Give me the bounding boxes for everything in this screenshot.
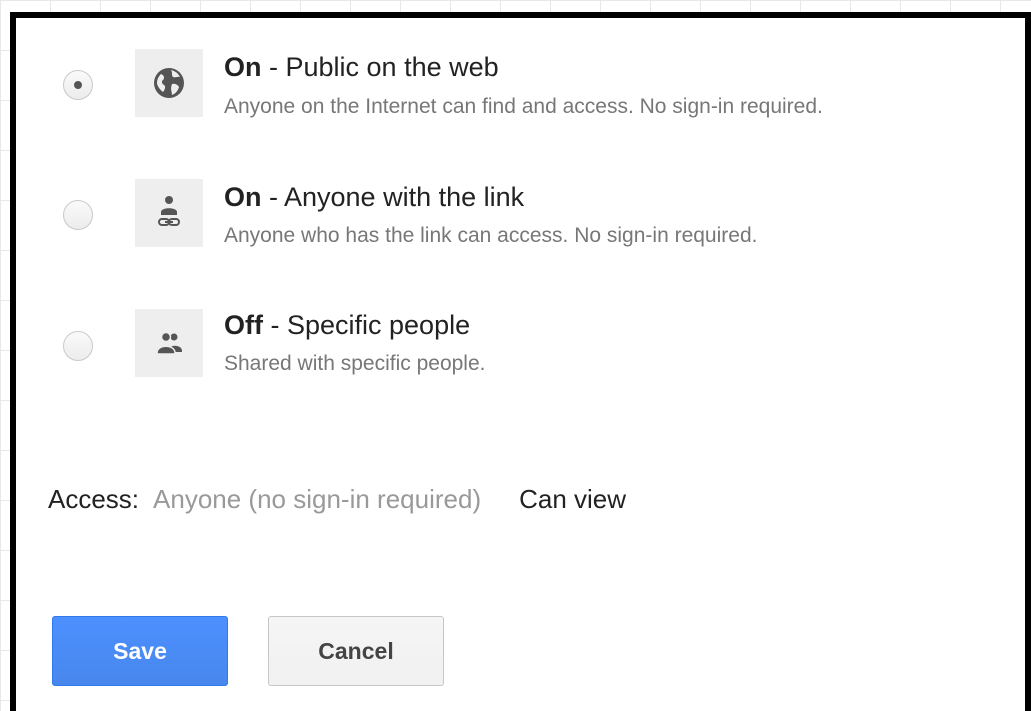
option-title: On - Anyone with the link: [224, 182, 524, 213]
access-value: Anyone (no sign-in required): [153, 484, 482, 514]
option-title-text: - Anyone with the link: [261, 182, 525, 212]
option-state: Off: [224, 310, 263, 340]
radio-anyone-with-link[interactable]: [63, 200, 93, 230]
radio-selected-dot: [74, 81, 82, 89]
person-link-icon: [135, 179, 203, 247]
permission-dropdown[interactable]: Can view: [519, 484, 626, 514]
save-button[interactable]: Save: [52, 616, 228, 686]
option-public-on-web[interactable]: On - Public on the web Anyone on the Int…: [16, 46, 1016, 126]
radio-specific-people[interactable]: [63, 331, 93, 361]
option-title: On - Public on the web: [224, 52, 499, 83]
option-specific-people[interactable]: Off - Specific people Shared with specif…: [16, 308, 1016, 388]
option-title-text: - Specific people: [262, 310, 471, 340]
people-icon: [135, 309, 203, 377]
globe-icon: [135, 49, 203, 117]
option-title: Off - Specific people: [224, 310, 470, 341]
option-description: Anyone on the Internet can find and acce…: [224, 95, 823, 118]
option-state: On: [224, 182, 262, 212]
option-title-text: - Public on the web: [261, 52, 499, 82]
radio-public-on-web[interactable]: [63, 70, 93, 100]
access-label: Access:: [48, 484, 140, 514]
option-anyone-with-link[interactable]: On - Anyone with the link Anyone who has…: [16, 178, 1016, 258]
access-row: Access: Anyone (no sign-in required) Can v…: [48, 484, 626, 515]
option-description: Shared with specific people.: [224, 352, 486, 375]
sharing-settings-panel: On - Public on the web Anyone on the Int…: [10, 12, 1031, 711]
cancel-button[interactable]: Cancel: [268, 616, 444, 686]
option-description: Anyone who has the link can access. No s…: [224, 224, 758, 247]
option-state: On: [224, 52, 262, 82]
